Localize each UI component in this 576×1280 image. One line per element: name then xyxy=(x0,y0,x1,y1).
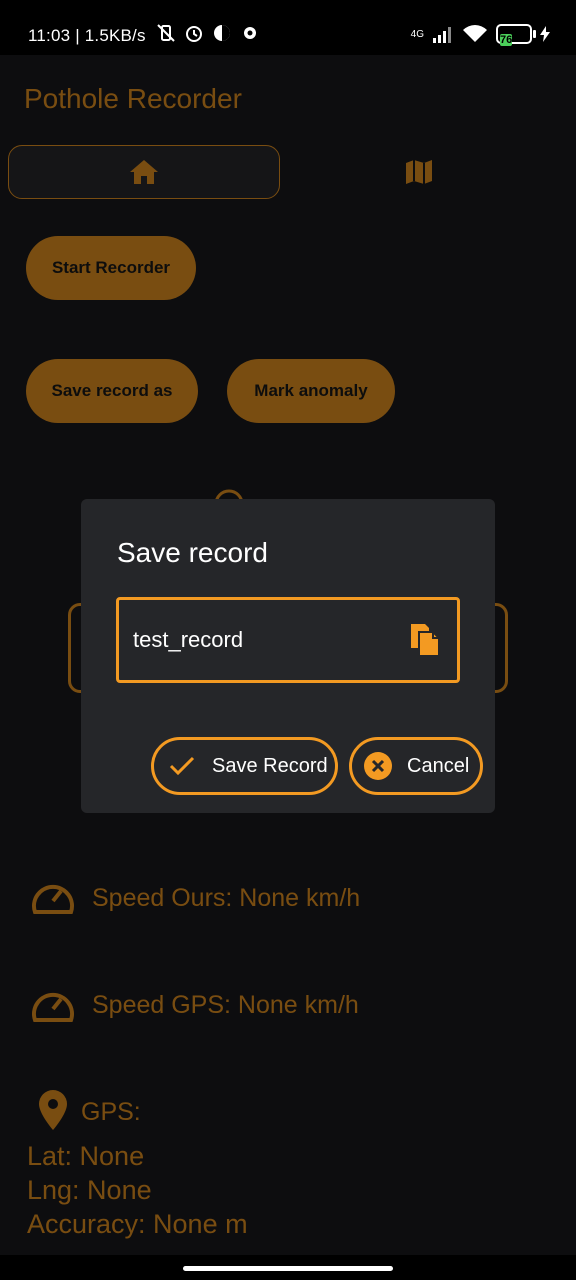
settings-icon xyxy=(244,27,256,39)
paste-icon[interactable] xyxy=(409,622,441,658)
status-icons xyxy=(156,23,260,43)
alarm-icon xyxy=(186,26,202,42)
vibrate-off-icon xyxy=(157,24,175,42)
close-circle-icon xyxy=(364,752,392,780)
network-type: 4G xyxy=(410,28,424,40)
home-gesture-handle[interactable] xyxy=(183,1266,393,1271)
status-right: 4G 76 xyxy=(410,24,550,46)
save-record-button[interactable]: Save Record xyxy=(151,737,338,795)
signal-icon xyxy=(433,27,451,43)
record-name-input[interactable] xyxy=(133,622,393,658)
save-record-label: Save Record xyxy=(212,754,328,777)
dialog-title: Save record xyxy=(117,537,268,568)
cancel-label: Cancel xyxy=(407,754,470,777)
save-record-dialog: Save record Save Record Cancel xyxy=(81,499,495,813)
check-icon xyxy=(169,756,195,776)
wifi-icon xyxy=(463,25,487,42)
battery-icon: 76 xyxy=(496,24,536,46)
cancel-button[interactable]: Cancel xyxy=(349,737,483,795)
data-saver-icon xyxy=(214,25,230,41)
record-name-field[interactable] xyxy=(116,597,460,683)
charging-icon xyxy=(540,26,550,42)
status-time: 11:03 | 1.5KB/s xyxy=(28,26,146,45)
